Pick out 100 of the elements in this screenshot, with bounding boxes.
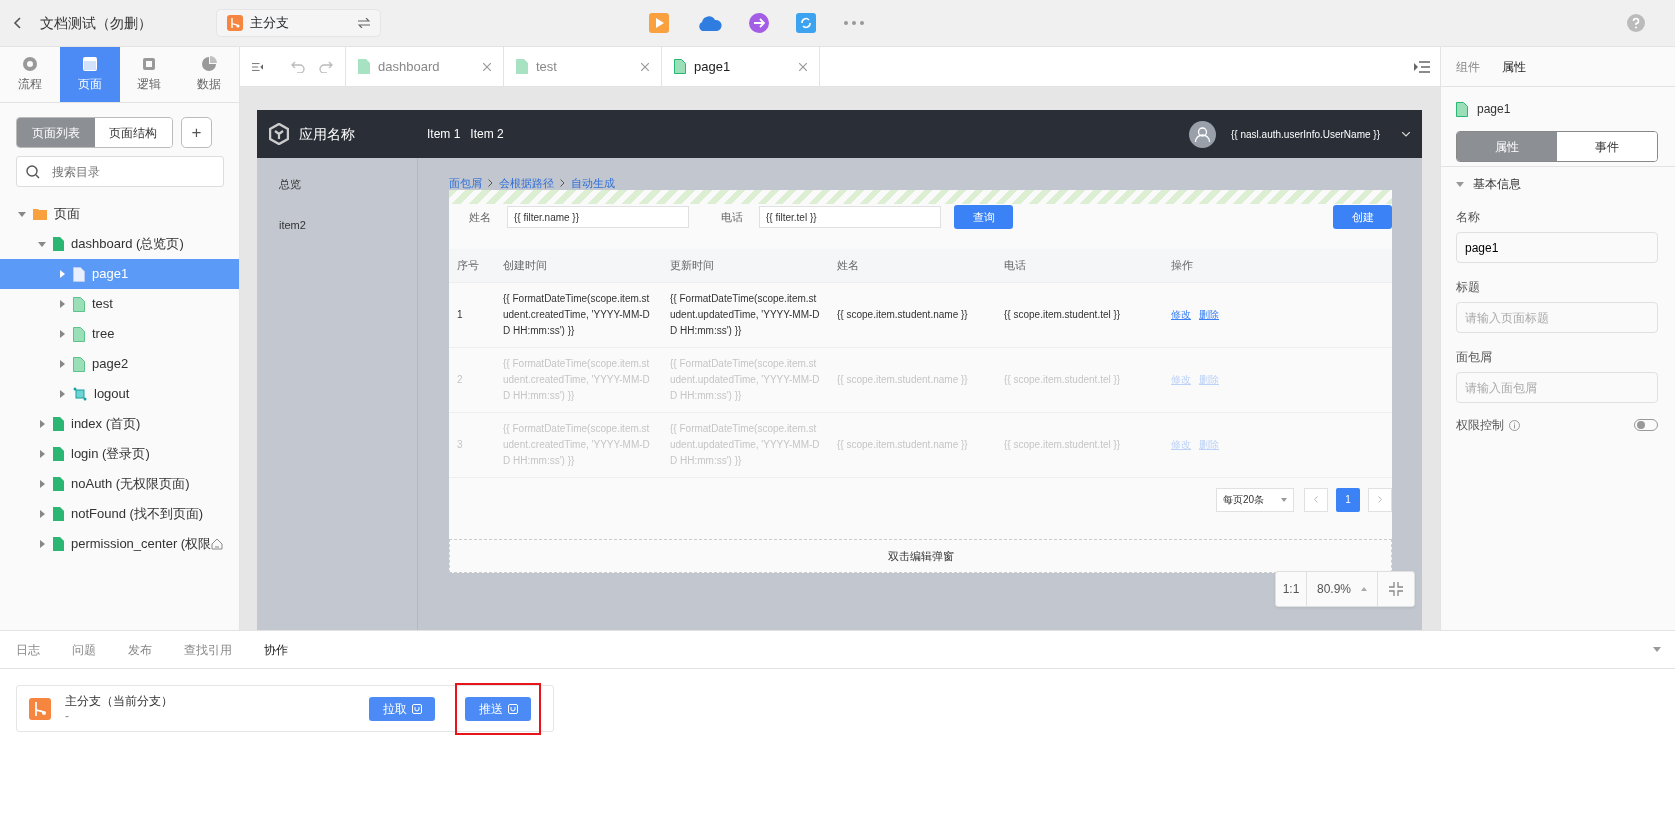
side-tab[interactable]: 流程 — [0, 47, 60, 102]
redo-icon — [319, 60, 333, 73]
tree-item[interactable]: index (首页) — [0, 409, 239, 439]
chevron-right-icon — [1378, 496, 1382, 503]
next-page-button[interactable] — [1368, 487, 1392, 512]
file-icon — [53, 417, 64, 431]
side-tab[interactable]: 数据 — [179, 47, 239, 102]
close-icon — [799, 62, 807, 71]
text-field[interactable]: page1 — [1456, 232, 1658, 263]
branch-selector[interactable]: 主分支 — [216, 9, 381, 37]
column-header: 创建时间 — [503, 259, 547, 271]
cloud-icon — [696, 14, 722, 32]
nav-link[interactable]: Item 1 — [427, 125, 461, 143]
avatar-icon — [1189, 120, 1216, 148]
file-icon — [53, 507, 64, 521]
caret-right-icon — [38, 420, 46, 428]
nav-link[interactable]: Item 2 — [470, 125, 504, 143]
branch-name: 主分支（当前分支） — [65, 693, 174, 709]
circle-icon — [21, 56, 38, 72]
component-name: page1 — [1477, 101, 1511, 118]
undo-icon — [291, 60, 305, 73]
caret-down-icon — [1402, 131, 1410, 137]
page-size-select[interactable]: 每页20条 — [1216, 487, 1294, 512]
file-icon — [53, 447, 64, 461]
caret-up-icon — [1361, 587, 1367, 591]
field-label: 名称 — [1456, 209, 1481, 226]
panel-tab[interactable]: 组件 — [1456, 57, 1480, 76]
file-icon — [358, 59, 370, 74]
tree-item[interactable]: noAuth (无权限页面) — [0, 469, 239, 499]
switch-icon — [358, 18, 370, 28]
table-cell: {{ FormatDateTime(scope.item.student.updatedTime, 'YYYY-MM-DD HH:mm:ss') }} — [670, 292, 820, 336]
side-tab[interactable]: 逻辑 — [119, 47, 180, 102]
menu-item[interactable]: 总览 — [279, 176, 301, 193]
tree-item[interactable]: page2 — [0, 349, 239, 379]
zoom-select[interactable]: 80.9% — [1307, 572, 1378, 606]
caret-right-icon — [38, 450, 46, 458]
bottom-tab[interactable]: 日志 — [16, 640, 40, 659]
table-cell: {{ scope.item.student.tel }} — [1004, 308, 1121, 320]
section-header[interactable]: 基本信息 — [1456, 175, 1658, 193]
branch-note: - — [65, 708, 70, 724]
file-icon — [674, 59, 686, 74]
menu-item[interactable]: item2 — [279, 217, 306, 234]
tree-item[interactable]: dashboard (总览页) — [0, 229, 239, 259]
tree-item[interactable]: permission_center (权限 — [0, 529, 239, 559]
file-icon — [73, 266, 85, 282]
package-icon — [411, 703, 422, 714]
field-label: 面包屑 — [1456, 349, 1493, 366]
close-icon — [483, 62, 491, 71]
text-field[interactable]: 请输入面包屑 — [1456, 372, 1658, 403]
page-button[interactable]: 1 — [1336, 487, 1360, 512]
file-icon — [53, 477, 64, 491]
column-header: 更新时间 — [670, 259, 714, 271]
query-button[interactable]: 查询 — [954, 205, 1013, 229]
close-icon — [641, 62, 649, 71]
tree-item[interactable]: test — [0, 289, 239, 319]
caret-down-icon — [1653, 647, 1661, 652]
search-field[interactable]: 搜索目录 — [16, 156, 224, 187]
filter-input[interactable]: {{ filter.tel }} — [759, 206, 941, 228]
prev-page-button[interactable] — [1304, 487, 1328, 512]
tree-item[interactable]: notFound (找不到页面) — [0, 499, 239, 529]
caret-down-icon — [18, 210, 26, 218]
panel-switch-option[interactable]: 事件 — [1557, 132, 1657, 161]
tree-item[interactable]: tree — [0, 319, 239, 349]
text-field[interactable]: 请输入页面标题 — [1456, 302, 1658, 333]
filter-input[interactable]: {{ filter.name }} — [507, 206, 689, 228]
chevron-right-icon — [488, 179, 493, 187]
collapse-panel-icon — [252, 60, 263, 73]
caret-down-icon — [1456, 180, 1464, 188]
table-cell: {{ scope.item.student.name }} — [837, 308, 968, 320]
tree-item[interactable]: login (登录页) — [0, 439, 239, 469]
caret-right-icon — [58, 360, 66, 368]
panel-tab[interactable]: 属性 — [1502, 57, 1526, 76]
chevron-right-icon — [560, 179, 565, 187]
bottom-tab[interactable]: 问题 — [72, 640, 96, 659]
branch-icon — [227, 15, 243, 31]
user-name[interactable]: {{ nasl.auth.userInfo.UserName }} — [1231, 126, 1380, 142]
tree-item[interactable]: 页面 — [0, 199, 239, 229]
view-switch-option[interactable]: 页面结构 — [94, 118, 172, 147]
reset-zoom-button[interactable]: 1:1 — [1276, 572, 1307, 606]
back-icon — [13, 17, 21, 29]
bottom-tab[interactable]: 发布 — [128, 640, 152, 659]
create-button[interactable]: 创建 — [1333, 205, 1392, 229]
caret-right-icon — [58, 330, 66, 338]
row-action-link[interactable]: 删除 — [1199, 308, 1219, 320]
table-cell: 1 — [457, 308, 463, 320]
filter-label: 姓名 — [469, 209, 492, 225]
field-label: 标题 — [1456, 279, 1481, 296]
add-button[interactable]: + — [181, 117, 212, 148]
play-icon — [649, 13, 669, 33]
row-action-link[interactable]: 修改 — [1171, 308, 1191, 320]
bottom-tab[interactable]: 查找引用 — [184, 640, 232, 659]
tree-item[interactable]: logout — [0, 379, 239, 409]
file-icon — [73, 356, 85, 372]
bottom-tab[interactable]: 协作 — [264, 640, 288, 659]
toggle-switch[interactable] — [1634, 419, 1658, 431]
caret-down-icon — [1281, 497, 1287, 502]
caret-right-icon — [58, 270, 66, 278]
chevron-left-icon — [1314, 496, 1318, 503]
chip-icon — [141, 56, 158, 72]
table-cell: {{ FormatDateTime(scope.item.student.createdTime, 'YYYY-MM-DD HH:mm:ss') }} — [503, 292, 650, 336]
